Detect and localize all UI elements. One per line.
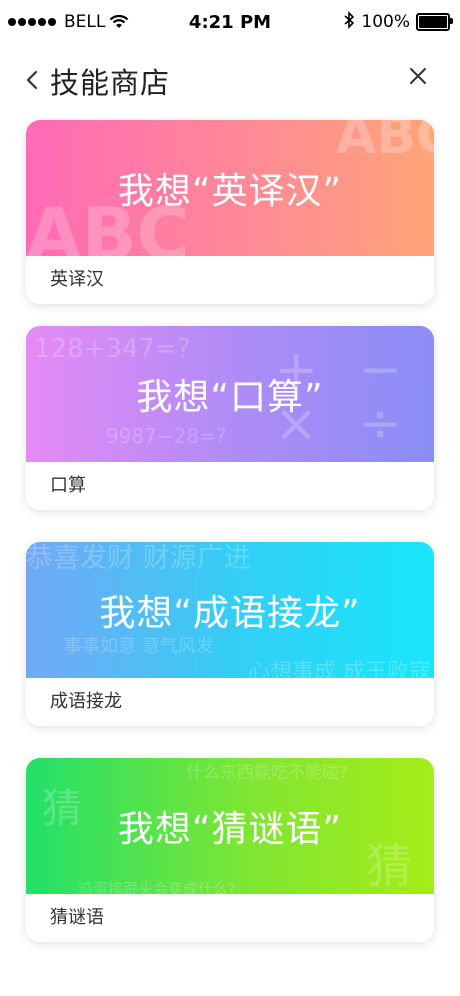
skill-label: 猜谜语	[50, 907, 104, 928]
banner-decoration: 恭喜发财 财源广进	[26, 543, 251, 574]
header: 技能商店	[0, 56, 460, 104]
skill-label: 口算	[50, 475, 86, 496]
skill-card-mental-math[interactable]: 128+347=? 9987−28=? + − × ÷ 我想“口算” 口算	[26, 326, 434, 510]
close-icon[interactable]	[406, 64, 430, 88]
banner-title: 我想“英译汉”	[117, 171, 343, 212]
banner-decoration: 什么东西能吃不能碰?	[186, 763, 349, 783]
status-bar: BELL 4:21 PM 100%	[0, 0, 460, 44]
banner-decoration: 128+347=?	[34, 334, 191, 364]
skill-banner: ABC ABC 我想“英译汉”	[26, 120, 434, 256]
skill-label: 英译汉	[50, 269, 104, 290]
banner-decoration: ABC	[335, 120, 434, 166]
banner-title: 我想“猜谜语”	[117, 809, 343, 850]
status-time: 4:21 PM	[188, 12, 272, 33]
banner-title: 我想“成语接龙”	[99, 593, 361, 634]
skill-card-english-to-chinese[interactable]: ABC ABC 我想“英译汉” 英译汉	[26, 120, 434, 304]
banner-decoration: 心想事成 成王败寇	[248, 660, 431, 678]
banner-decoration: 鸡蛋摔跟头会变成什么?	[78, 880, 236, 894]
battery-fill	[419, 16, 447, 28]
skill-card-riddles[interactable]: 什么东西能吃不能碰? 猜 猜 鸡蛋摔跟头会变成什么? 我想“猜谜语” 猜谜语	[26, 758, 434, 942]
skill-label: 成语接龙	[50, 691, 122, 712]
chevron-left-icon[interactable]	[22, 68, 46, 92]
skill-banner: 128+347=? 9987−28=? + − × ÷ 我想“口算”	[26, 326, 434, 462]
skill-banner: 什么东西能吃不能碰? 猜 猜 鸡蛋摔跟头会变成什么? 我想“猜谜语”	[26, 758, 434, 894]
skill-card-idiom-chain[interactable]: 恭喜发财 财源广进 事事如意 意气风发 心想事成 成王败寇 我想“成语接龙” 成…	[26, 542, 434, 726]
banner-title: 我想“口算”	[136, 377, 324, 418]
skill-banner: 恭喜发财 财源广进 事事如意 意气风发 心想事成 成王败寇 我想“成语接龙”	[26, 542, 434, 678]
page-title: 技能商店	[50, 66, 171, 100]
battery-icon	[416, 13, 453, 31]
banner-decoration: 9987−28=?	[106, 424, 227, 448]
